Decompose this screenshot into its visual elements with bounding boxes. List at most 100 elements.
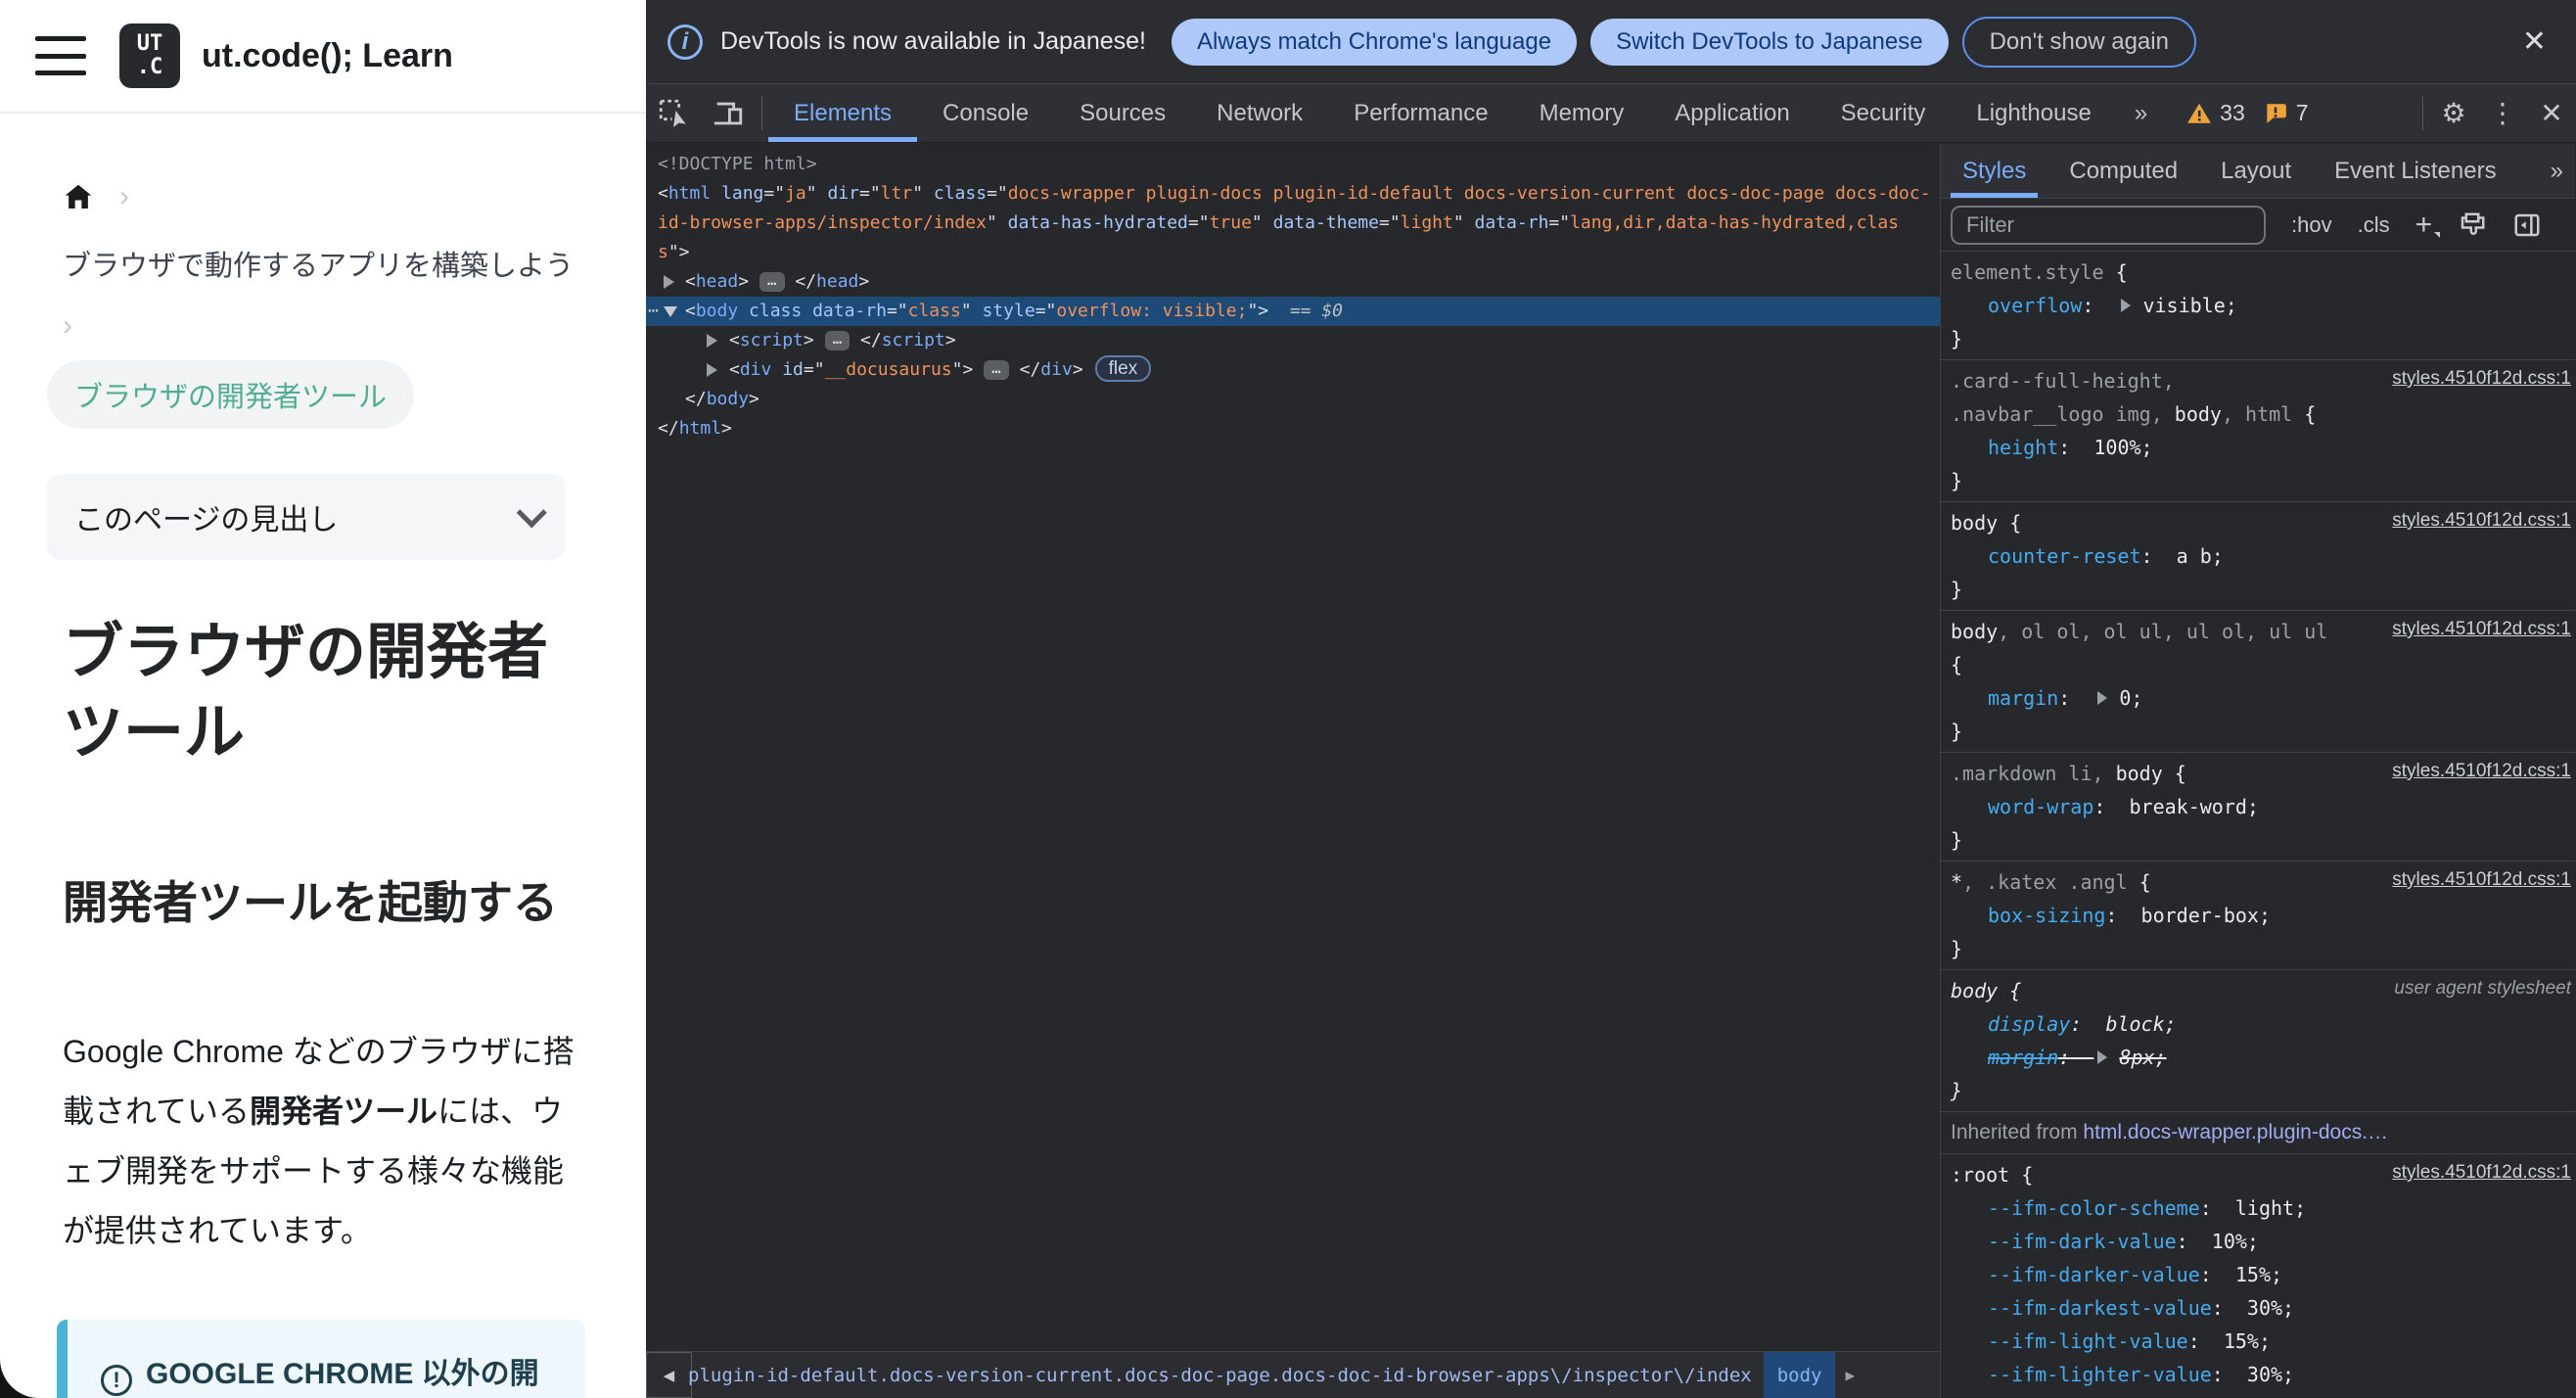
- more-tabs-icon[interactable]: »: [2537, 144, 2575, 198]
- css-declaration[interactable]: display: block;: [1951, 1007, 2567, 1041]
- expand-children-ellipsis[interactable]: …: [984, 360, 1009, 380]
- stylesheet-link[interactable]: styles.4510f12d.css:1: [2392, 368, 2571, 390]
- styles-tab-layout[interactable]: Layout: [2199, 144, 2313, 198]
- property-name[interactable]: --ifm-lighter-value: [1988, 1363, 2212, 1386]
- css-declaration[interactable]: --ifm-lightest-value: 50%;: [1951, 1391, 2567, 1398]
- dom-tree-row[interactable]: id-browser-apps/inspector/index" data-ha…: [646, 209, 1940, 238]
- property-value[interactable]: 10%;: [2212, 1230, 2259, 1253]
- tab-application[interactable]: Application: [1649, 84, 1815, 142]
- breadcrumb-scroll-left-icon[interactable]: ◀: [646, 1352, 692, 1398]
- settings-gear-icon[interactable]: ⚙: [2429, 97, 2478, 129]
- dom-tree-row[interactable]: <div id="__docusaurus"> … </div> flex: [646, 355, 1940, 385]
- dom-tree-row[interactable]: </html>: [646, 414, 1940, 443]
- property-name[interactable]: --ifm-color-scheme: [1988, 1196, 2200, 1220]
- css-declaration[interactable]: --ifm-dark-value: 10%;: [1951, 1225, 2567, 1258]
- breadcrumb-scroll-right-icon[interactable]: ▶: [1835, 1352, 1864, 1398]
- expand-value-arrow-icon[interactable]: [2097, 691, 2108, 705]
- property-name[interactable]: --ifm-darker-value: [1988, 1263, 2200, 1286]
- close-devtools-icon[interactable]: ✕: [2527, 97, 2576, 129]
- more-tabs-icon[interactable]: »: [2117, 84, 2163, 142]
- css-declaration[interactable]: margin: 0;: [1951, 681, 2567, 715]
- inspect-element-icon[interactable]: [646, 84, 701, 142]
- styles-filter-input[interactable]: [1951, 205, 2266, 245]
- flex-adorner-badge[interactable]: flex: [1094, 355, 1152, 382]
- tab-performance[interactable]: Performance: [1328, 84, 1513, 142]
- property-value[interactable]: light;: [2235, 1196, 2306, 1220]
- property-value[interactable]: 8px;: [2119, 1046, 2166, 1069]
- notification-button-2[interactable]: Don't show again: [1961, 16, 2196, 68]
- toggle-sidebar-icon[interactable]: [2512, 210, 2542, 240]
- styles-tab-styles[interactable]: Styles: [1941, 144, 2047, 198]
- property-value[interactable]: 100%;: [2093, 436, 2152, 459]
- kebab-menu-icon[interactable]: ⋮: [2478, 97, 2527, 129]
- css-declaration[interactable]: --ifm-lighter-value: 30%;: [1951, 1358, 2567, 1391]
- css-declaration[interactable]: height: 100%;: [1951, 431, 2567, 464]
- toggle-cls[interactable]: .cls: [2358, 212, 2390, 238]
- property-value[interactable]: 30%;: [2247, 1363, 2294, 1386]
- property-value[interactable]: a b;: [2177, 544, 2224, 568]
- hamburger-menu-icon[interactable]: [35, 36, 86, 75]
- property-name[interactable]: --ifm-light-value: [1988, 1329, 2188, 1353]
- dom-tree-row[interactable]: <head> … </head>: [646, 267, 1940, 297]
- property-value[interactable]: 15%;: [2224, 1329, 2271, 1353]
- styles-tab-computed[interactable]: Computed: [2047, 144, 2199, 198]
- expand-children-ellipsis[interactable]: …: [824, 331, 851, 350]
- css-declaration[interactable]: counter-reset: a b;: [1951, 539, 2567, 573]
- site-title[interactable]: ut.code(); Learn: [202, 37, 453, 75]
- dom-tree-row[interactable]: ⋯ <body class data-rh="class" style="over…: [646, 297, 1940, 326]
- css-declaration[interactable]: box-sizing: border-box;: [1951, 899, 2567, 932]
- breadcrumb-node-html[interactable]: plugin-id-default.docs-version-current.d…: [688, 1352, 1752, 1398]
- css-declaration[interactable]: word-wrap: break-word;: [1951, 790, 2567, 823]
- expand-arrow-icon[interactable]: [707, 363, 717, 377]
- tab-security[interactable]: Security: [1816, 84, 1952, 142]
- close-icon[interactable]: ✕: [2514, 24, 2554, 59]
- property-name[interactable]: --ifm-darkest-value: [1988, 1296, 2212, 1320]
- dom-tree-row[interactable]: <script> … </script>: [646, 326, 1940, 355]
- new-style-rule-icon[interactable]: +: [2415, 210, 2440, 240]
- dom-tree-row[interactable]: <html lang="ja" dir="ltr" class="docs-wr…: [646, 179, 1940, 209]
- property-name[interactable]: margin: [1988, 1046, 2058, 1069]
- expand-children-ellipsis[interactable]: …: [759, 272, 785, 292]
- property-value[interactable]: 0;: [2119, 686, 2142, 710]
- property-value[interactable]: border-box;: [2141, 904, 2271, 927]
- tab-network[interactable]: Network: [1191, 84, 1328, 142]
- tab-sources[interactable]: Sources: [1054, 84, 1191, 142]
- rendering-brush-icon[interactable]: [2458, 210, 2487, 240]
- expand-arrow-icon[interactable]: [664, 275, 674, 289]
- home-icon[interactable]: [63, 181, 94, 212]
- property-name[interactable]: word-wrap: [1988, 795, 2093, 818]
- property-value[interactable]: break-word;: [2130, 795, 2259, 818]
- site-logo[interactable]: UT .C: [119, 23, 180, 88]
- property-value[interactable]: 15%;: [2235, 1263, 2282, 1286]
- css-declaration[interactable]: margin: 8px;: [1951, 1041, 2567, 1074]
- notification-button-0[interactable]: Always match Chrome's language: [1171, 18, 1578, 66]
- property-name[interactable]: --ifm-dark-value: [1988, 1230, 2177, 1253]
- expand-arrow-icon[interactable]: [707, 334, 717, 348]
- css-declaration[interactable]: --ifm-light-value: 15%;: [1951, 1325, 2567, 1358]
- issues-badge[interactable]: 7: [2263, 84, 2326, 142]
- expand-value-arrow-icon[interactable]: [2121, 299, 2132, 312]
- stylesheet-link[interactable]: styles.4510f12d.css:1: [2392, 619, 2571, 640]
- collapse-arrow-icon[interactable]: [664, 306, 677, 317]
- dom-tree-row[interactable]: </body>: [646, 385, 1940, 414]
- property-name[interactable]: display: [1988, 1012, 2070, 1036]
- styles-tab-event-listeners[interactable]: Event Listeners: [2313, 144, 2517, 198]
- page-toc-toggle[interactable]: このページの見出し: [47, 474, 566, 560]
- stylesheet-link[interactable]: styles.4510f12d.css:1: [2392, 1162, 2571, 1184]
- tab-lighthouse[interactable]: Lighthouse: [1951, 84, 2116, 142]
- breadcrumb-item[interactable]: ブラウザで動作するアプリを構築しよう: [63, 243, 583, 284]
- property-name[interactable]: overflow: [1988, 294, 2082, 317]
- property-name[interactable]: counter-reset: [1988, 544, 2141, 568]
- tab-console[interactable]: Console: [917, 84, 1054, 142]
- dom-tree-row[interactable]: <!DOCTYPE html>: [646, 150, 1940, 179]
- notification-button-1[interactable]: Switch DevTools to Japanese: [1590, 18, 1949, 66]
- warnings-badge[interactable]: 33: [2186, 84, 2263, 142]
- property-name[interactable]: margin: [1988, 686, 2058, 710]
- toggle-hov[interactable]: :hov: [2291, 212, 2332, 238]
- expand-value-arrow-icon[interactable]: [2097, 1050, 2108, 1064]
- dom-tree-row[interactable]: s">: [646, 238, 1940, 267]
- stylesheet-link[interactable]: styles.4510f12d.css:1: [2392, 869, 2571, 891]
- breadcrumb-node-body[interactable]: body: [1763, 1352, 1836, 1398]
- property-name[interactable]: height: [1988, 436, 2058, 459]
- css-declaration[interactable]: --ifm-darkest-value: 30%;: [1951, 1291, 2567, 1325]
